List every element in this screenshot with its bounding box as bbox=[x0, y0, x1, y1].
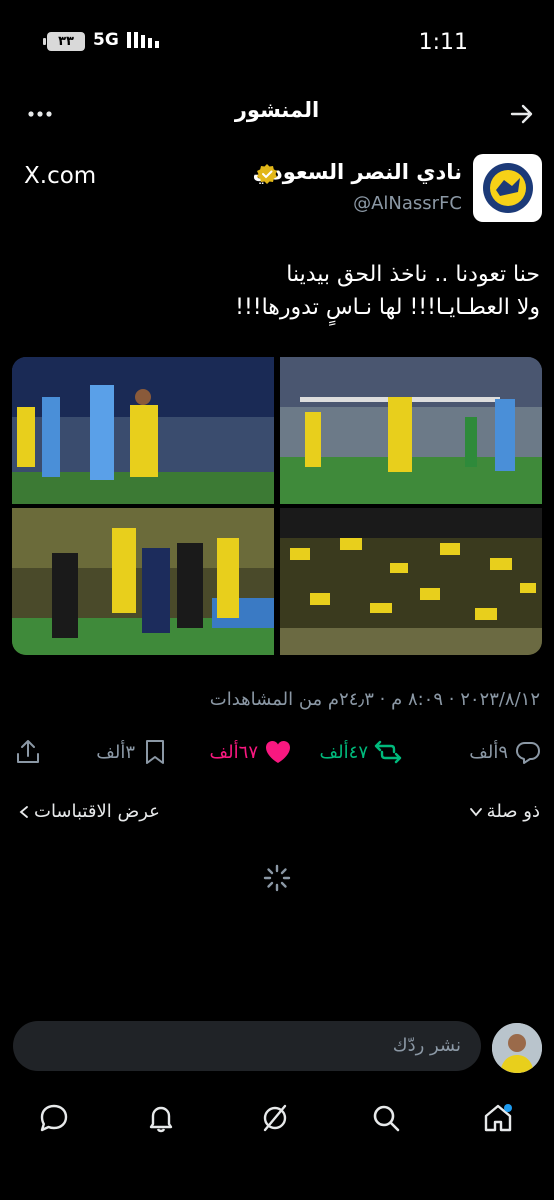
share-button[interactable] bbox=[14, 734, 42, 770]
photo-celebration-2[interactable] bbox=[280, 357, 542, 504]
nav-messages[interactable] bbox=[34, 1098, 74, 1138]
top-header: المنشور bbox=[0, 92, 554, 136]
author-name[interactable]: نادي النصر السعودي bbox=[253, 160, 462, 184]
post-text: حنا تعودنا .. ناخذ الحق بيدينا ولا العطـ… bbox=[20, 258, 540, 324]
nav-notifications[interactable] bbox=[141, 1098, 181, 1138]
sort-label: ذو صلة bbox=[486, 801, 540, 822]
grok-icon bbox=[263, 1104, 287, 1132]
nav-home[interactable] bbox=[478, 1098, 518, 1138]
photo-fans[interactable] bbox=[280, 508, 542, 655]
bell-icon bbox=[149, 1106, 173, 1133]
status-bar: ٣٣ 5G 1:11 bbox=[0, 0, 554, 84]
source-label: X.com bbox=[24, 163, 97, 189]
notification-dot bbox=[504, 1104, 512, 1112]
verified-badge-icon bbox=[257, 164, 277, 184]
search-icon bbox=[373, 1105, 400, 1132]
clock: 1:11 bbox=[418, 30, 468, 55]
bookmark-count: ٣ألف bbox=[96, 741, 135, 763]
quotes-label: عرض الاقتباسات bbox=[34, 801, 160, 822]
club-logo-icon bbox=[482, 163, 533, 213]
nav-search[interactable] bbox=[366, 1098, 406, 1138]
post-line-2: ولا العطـايـا!!! لها نـاسٍ تدورها!!! bbox=[235, 295, 540, 320]
post-meta: ٢٠٢٣/٨/١٢ · ٨:٠٩ م · ٢٤٫٣م من المشاهدات bbox=[209, 689, 540, 710]
bottom-navigation bbox=[0, 1080, 554, 1200]
reply-input[interactable]: نشر ردّك bbox=[13, 1021, 481, 1071]
heart-icon bbox=[266, 741, 290, 763]
like-count: ٦٧ألف bbox=[209, 741, 258, 763]
reply-count: ٩ألف bbox=[469, 741, 508, 763]
battery-indicator: ٣٣ bbox=[43, 32, 85, 51]
signal-icon bbox=[127, 32, 159, 48]
author-handle: @AlNassrFC bbox=[353, 193, 462, 214]
chevron-down-icon bbox=[469, 807, 482, 816]
post-media-grid bbox=[12, 357, 542, 655]
view-quotes-link[interactable]: عرض الاقتباسات bbox=[18, 801, 160, 822]
chevron-left-icon bbox=[19, 805, 28, 818]
photo-team-huddle[interactable] bbox=[12, 508, 274, 655]
messages-icon bbox=[40, 1104, 68, 1132]
reply-icon bbox=[516, 742, 540, 764]
share-icon bbox=[17, 740, 39, 763]
photo-celebration-1[interactable] bbox=[12, 357, 274, 504]
sort-dropdown[interactable]: ذو صلة bbox=[469, 801, 540, 822]
back-arrow-icon[interactable] bbox=[508, 100, 536, 128]
retweet-count: ٤٧ألف bbox=[319, 741, 368, 763]
post-line-1: حنا تعودنا .. ناخذ الحق بيدينا bbox=[286, 262, 540, 287]
user-avatar[interactable] bbox=[492, 1023, 542, 1073]
author-avatar[interactable] bbox=[473, 154, 542, 222]
nav-grok[interactable] bbox=[255, 1098, 295, 1138]
network-type: 5G bbox=[93, 30, 119, 50]
like-button[interactable]: ٦٧ألف bbox=[210, 734, 292, 770]
retweet-button[interactable]: ٤٧ألف bbox=[320, 734, 402, 770]
bookmark-button[interactable]: ٣ألف bbox=[96, 734, 169, 770]
page-title: المنشور bbox=[234, 98, 320, 122]
reply-button[interactable]: ٩ألف bbox=[469, 734, 542, 770]
bookmark-icon bbox=[146, 740, 164, 764]
retweet-icon bbox=[374, 740, 402, 764]
post-actions: ٩ألف ٤٧ألف ٦٧ألف ٣ألف bbox=[0, 734, 554, 774]
reply-bar: نشر ردّك bbox=[0, 1012, 554, 1080]
loading-spinner-icon bbox=[263, 864, 291, 892]
